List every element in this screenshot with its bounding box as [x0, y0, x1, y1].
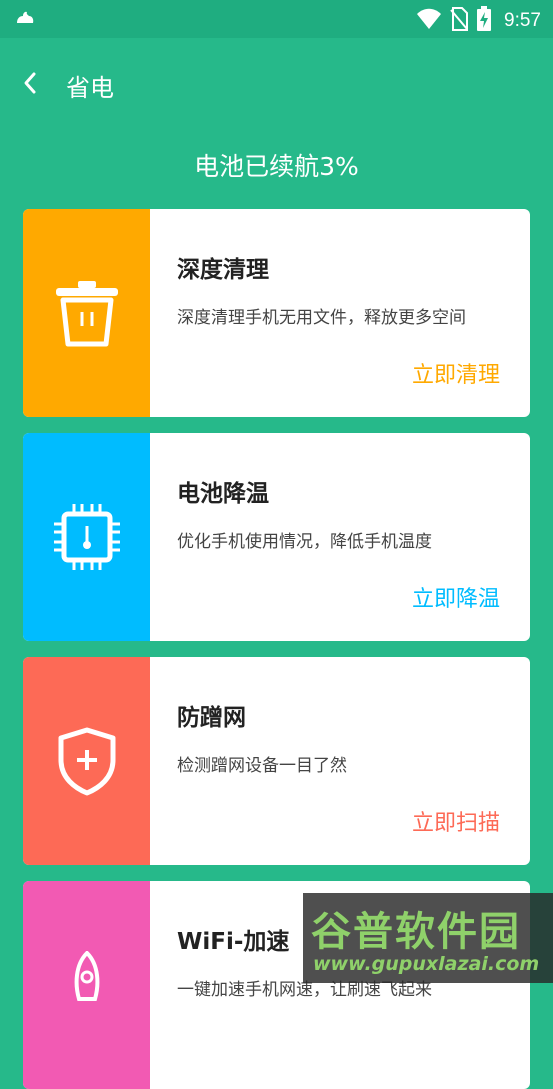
wifi-boost-icon-panel	[23, 881, 150, 1089]
back-arrow-icon	[24, 72, 36, 94]
wifi-icon	[416, 8, 442, 34]
status-time: 9:57	[504, 10, 541, 31]
chip-icon	[53, 504, 120, 570]
anti-freeload-card[interactable]: 防蹭网 检测蹭网设备一目了然 立即扫描	[23, 657, 530, 865]
app-bar: 省电	[0, 38, 553, 128]
anti-freeload-icon-panel	[23, 657, 150, 865]
card-title: WiFi-加速	[177, 929, 290, 955]
card-title: 电池降温	[177, 481, 269, 507]
back-button[interactable]	[18, 68, 44, 98]
card-description: 优化手机使用情况，降低手机温度	[177, 532, 432, 552]
card-title: 防蹭网	[177, 705, 246, 731]
rocket-icon	[74, 951, 99, 1001]
battery-cooling-card[interactable]: 电池降温 优化手机使用情况，降低手机温度 立即降温	[23, 433, 530, 641]
card-title: 深度清理	[177, 257, 269, 283]
clean-now-button[interactable]: 立即清理	[412, 357, 500, 389]
shield-icon	[58, 727, 115, 796]
card-description: 深度清理手机无用文件，释放更多空间	[177, 308, 466, 328]
deep-clean-icon-panel	[23, 209, 150, 417]
scan-now-button[interactable]: 立即扫描	[412, 805, 500, 837]
page-title: 省电	[66, 74, 114, 102]
status-bar: 9:57	[0, 0, 553, 38]
card-description: 检测蹭网设备一目了然	[177, 756, 347, 776]
watermark: 谷普软件园 www.gupuxlazai.com	[303, 893, 553, 983]
watermark-url: www.gupuxlazai.com	[313, 953, 540, 975]
no-sim-icon	[450, 7, 469, 35]
deep-clean-card[interactable]: 深度清理 深度清理手机无用文件，释放更多空间 立即清理	[23, 209, 530, 417]
battery-cooling-icon-panel	[23, 433, 150, 641]
watermark-title: 谷普软件园	[311, 909, 521, 955]
battery-charging-icon	[476, 6, 492, 36]
notification-icon	[15, 9, 35, 29]
battery-status-text: 电池已续航3%	[194, 152, 359, 181]
trash-icon	[55, 281, 118, 347]
cool-now-button[interactable]: 立即降温	[412, 581, 500, 613]
